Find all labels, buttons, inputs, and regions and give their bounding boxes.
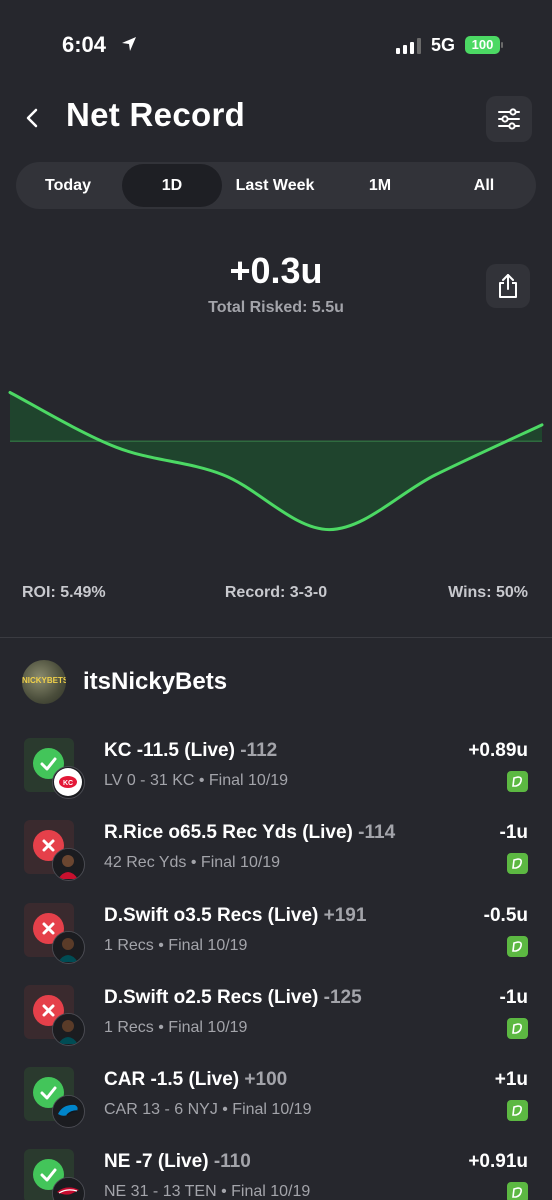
share-icon: [499, 274, 517, 298]
net-units-chart: [8, 390, 544, 532]
divider: [0, 637, 552, 638]
bet-row[interactable]: D.Swift o2.5 Recs (Live) -125 1 Recs • F…: [0, 985, 552, 1067]
time-range-tabs: Today 1D Last Week 1M All: [16, 162, 536, 209]
sportsbook-icon: [507, 1018, 528, 1039]
player-headshot-icon: [52, 848, 85, 881]
battery-tip: [501, 42, 503, 48]
location-arrow-icon: [122, 37, 136, 51]
bet-row[interactable]: R.Rice o65.5 Rec Yds (Live) -114 42 Rec …: [0, 820, 552, 902]
bet-title: NE -7 (Live) -110: [104, 1151, 251, 1172]
bet-result: +0.89u: [468, 740, 528, 761]
total-risked: Total Risked: 5.5u: [208, 299, 344, 316]
tab-today[interactable]: Today: [16, 164, 120, 207]
stat-wins: Wins: 50%: [448, 584, 528, 601]
player-headshot-icon: [52, 931, 85, 964]
bet-title: KC -11.5 (Live) -112: [104, 740, 278, 761]
bet-row[interactable]: D.Swift o3.5 Recs (Live) +191 1 Recs • F…: [0, 903, 552, 985]
svg-text:KC: KC: [63, 780, 73, 787]
tab-1m[interactable]: 1M: [328, 164, 432, 207]
bet-subtitle: NE 31 - 13 TEN • Final 10/19: [104, 1183, 311, 1200]
tab-1d[interactable]: 1D: [122, 164, 222, 207]
network-type: 5G: [431, 35, 456, 55]
bet-result: +1u: [494, 1069, 528, 1090]
panthers-logo-icon: [52, 1095, 85, 1128]
bet-result: -0.5u: [483, 905, 528, 926]
bet-subtitle: 42 Rec Yds • Final 10/19: [104, 854, 281, 871]
header: Net Record: [0, 90, 552, 150]
bet-title: D.Swift o2.5 Recs (Live) -125: [104, 987, 362, 1008]
net-units-value: +0.3u: [229, 250, 323, 291]
bet-title: R.Rice o65.5 Rec Yds (Live) -114: [104, 822, 396, 843]
player-headshot-icon: [52, 1013, 85, 1046]
status-bar: 6:04 5G 100: [0, 0, 552, 90]
bet-title: D.Swift o3.5 Recs (Live) +191: [104, 905, 367, 926]
user-row[interactable]: NICKYBETS itsNickyBets: [0, 658, 552, 708]
bet-result: -1u: [499, 822, 529, 843]
tab-all[interactable]: All: [432, 164, 536, 207]
bet-result: +0.91u: [468, 1151, 528, 1172]
cellular-signal-icon: [396, 38, 421, 54]
sliders-icon: [498, 108, 520, 130]
bet-row[interactable]: CAR -1.5 (Live) +100 CAR 13 - 6 NYJ • Fi…: [0, 1067, 552, 1149]
bet-subtitle: LV 0 - 31 KC • Final 10/19: [104, 772, 289, 789]
sportsbook-icon: [507, 1100, 528, 1121]
bet-title: CAR -1.5 (Live) +100: [104, 1069, 288, 1090]
bet-subtitle: 1 Recs • Final 10/19: [104, 937, 248, 954]
sportsbook-icon: [507, 853, 528, 874]
page-title: Net Record: [66, 96, 246, 133]
chiefs-logo-icon: KC: [52, 766, 85, 799]
username: itsNickyBets: [83, 668, 228, 695]
back-chevron-icon[interactable]: [22, 106, 42, 130]
avatar-logo-text: NICKYBETS: [22, 676, 66, 685]
share-button[interactable]: [486, 264, 530, 308]
tab-last-week[interactable]: Last Week: [222, 164, 328, 207]
bet-row[interactable]: KC KC -11.5 (Live) -112 LV 0 - 31 KC • F…: [0, 738, 552, 820]
bet-subtitle: 1 Recs • Final 10/19: [104, 1019, 248, 1036]
bet-result: -1u: [499, 987, 529, 1008]
battery-level: 100: [465, 36, 500, 54]
sportsbook-icon: [507, 1182, 528, 1200]
battery-icon: 100: [465, 36, 503, 54]
status-time: 6:04: [62, 32, 107, 57]
patriots-logo-icon: [52, 1177, 85, 1200]
filter-button[interactable]: [486, 96, 532, 142]
bet-row[interactable]: NE -7 (Live) -110 NE 31 - 13 TEN • Final…: [0, 1149, 552, 1200]
avatar: NICKYBETS: [22, 660, 66, 704]
sportsbook-icon: [507, 771, 528, 792]
sportsbook-icon: [507, 936, 528, 957]
bet-subtitle: CAR 13 - 6 NYJ • Final 10/19: [104, 1101, 312, 1118]
